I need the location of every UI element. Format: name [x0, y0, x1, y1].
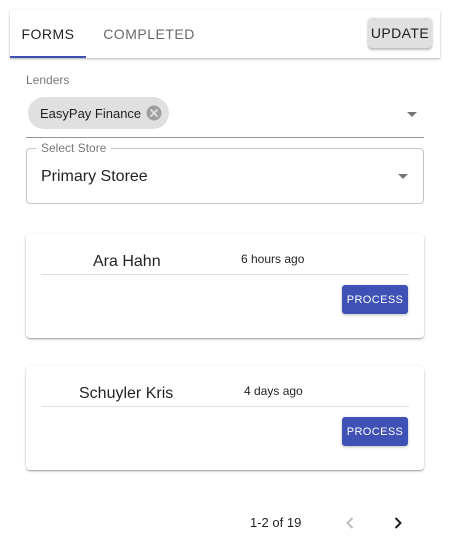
arrow-drop-down-icon[interactable]: [407, 112, 417, 117]
form-timestamp: 4 days ago: [244, 384, 303, 398]
chevron-left-icon: [346, 517, 354, 529]
form-card: Schuyler Kris 4 days ago PROCESS: [26, 366, 424, 470]
close-circle-icon[interactable]: [145, 104, 163, 122]
card-divider: [41, 406, 409, 407]
lender-chip[interactable]: EasyPay Finance: [28, 97, 170, 129]
update-button[interactable]: UPDATE: [368, 18, 432, 48]
lenders-select[interactable]: EasyPay Finance: [26, 94, 424, 138]
form-timestamp: 6 hours ago: [241, 252, 305, 266]
forms-page: FORMS COMPLETED UPDATE Lenders EasyPay F…: [0, 0, 450, 547]
store-select-value: Primary Storee: [41, 168, 148, 185]
process-button[interactable]: PROCESS: [342, 417, 408, 446]
tab-completed-label: COMPLETED: [103, 26, 195, 42]
form-card: Ara Hahn 6 hours ago PROCESS: [26, 234, 424, 338]
lender-chip-label: EasyPay Finance: [40, 105, 142, 121]
store-select[interactable]: Select Store Primary Storee: [26, 141, 424, 204]
tab-bar: FORMS COMPLETED UPDATE: [10, 10, 440, 58]
customer-name: Ara Hahn: [93, 253, 161, 270]
lenders-label: Lenders: [26, 73, 70, 87]
store-select-label: Select Store: [36, 141, 112, 155]
tab-forms[interactable]: FORMS: [10, 10, 86, 58]
previous-page-button[interactable]: [338, 511, 362, 535]
tab-forms-label: FORMS: [21, 26, 75, 42]
arrow-drop-down-icon[interactable]: [398, 174, 408, 179]
card-divider: [41, 274, 409, 275]
customer-name: Schuyler Kris: [79, 385, 174, 402]
process-button[interactable]: PROCESS: [342, 285, 408, 314]
next-page-button[interactable]: [386, 511, 410, 535]
active-tab-indicator: [10, 56, 86, 58]
chevron-right-icon: [394, 517, 402, 529]
tab-completed[interactable]: COMPLETED: [86, 10, 212, 58]
pagination-range: 1-2 of 19: [250, 515, 302, 530]
